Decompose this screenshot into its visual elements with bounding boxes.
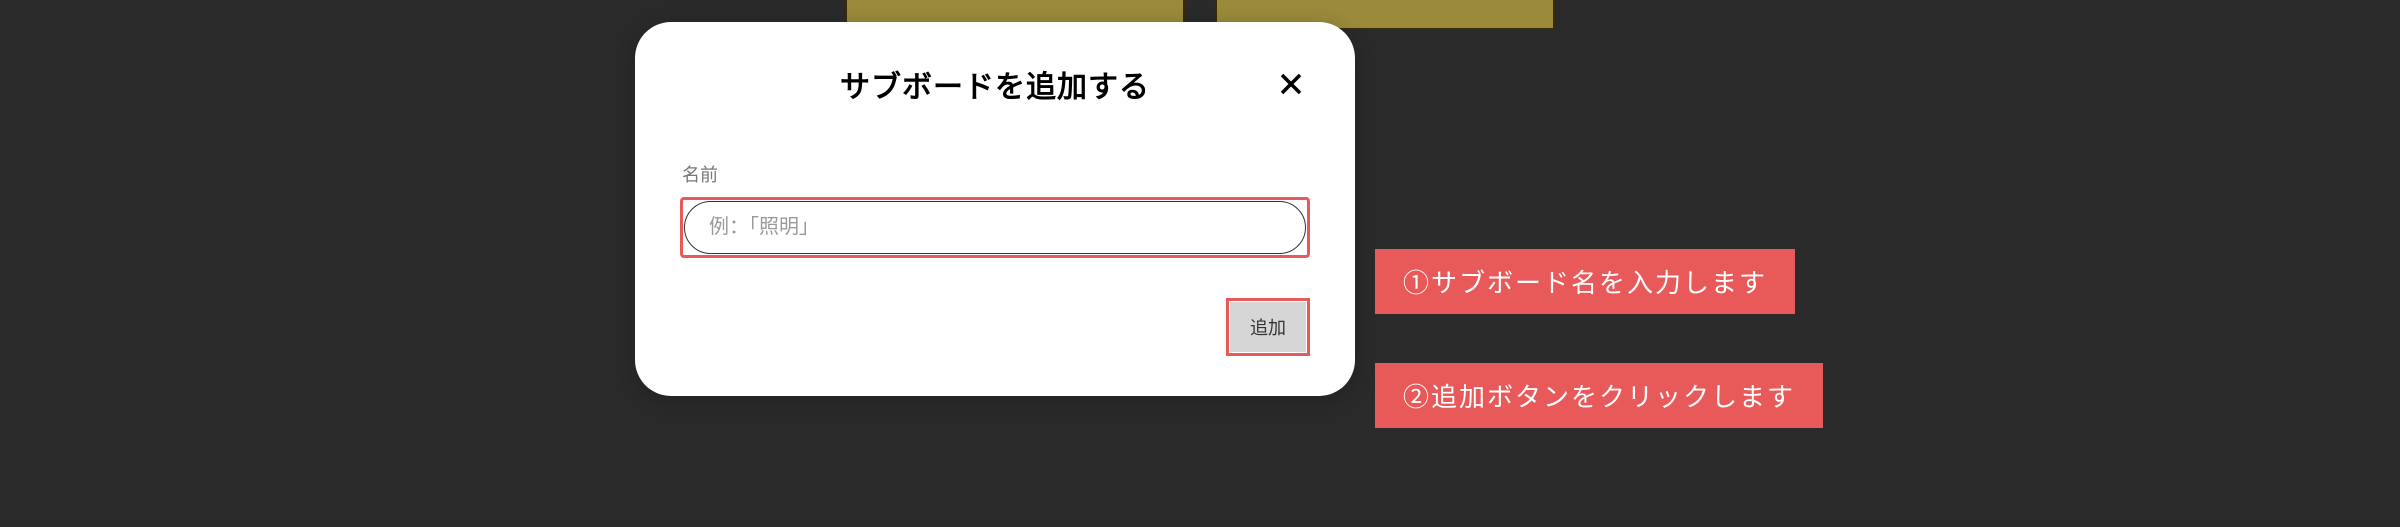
dialog-header: サブボードを追加する — [680, 62, 1310, 106]
annotation-step-2: ②追加ボタンをクリックします — [1375, 363, 1823, 428]
close-button[interactable] — [1277, 70, 1305, 98]
add-button[interactable]: 追加 — [1230, 302, 1306, 352]
dialog-title: サブボードを追加する — [840, 62, 1150, 106]
close-icon — [1279, 72, 1303, 96]
name-input-highlight — [680, 197, 1310, 258]
add-button-highlight: 追加 — [1226, 298, 1310, 356]
dialog-footer: 追加 — [680, 298, 1310, 356]
name-field-label: 名前 — [682, 161, 1310, 187]
subboard-name-input[interactable] — [684, 201, 1306, 254]
annotation-step-1: ①サブボード名を入力します — [1375, 249, 1795, 314]
add-subboard-dialog: サブボードを追加する 名前 追加 — [635, 22, 1355, 396]
